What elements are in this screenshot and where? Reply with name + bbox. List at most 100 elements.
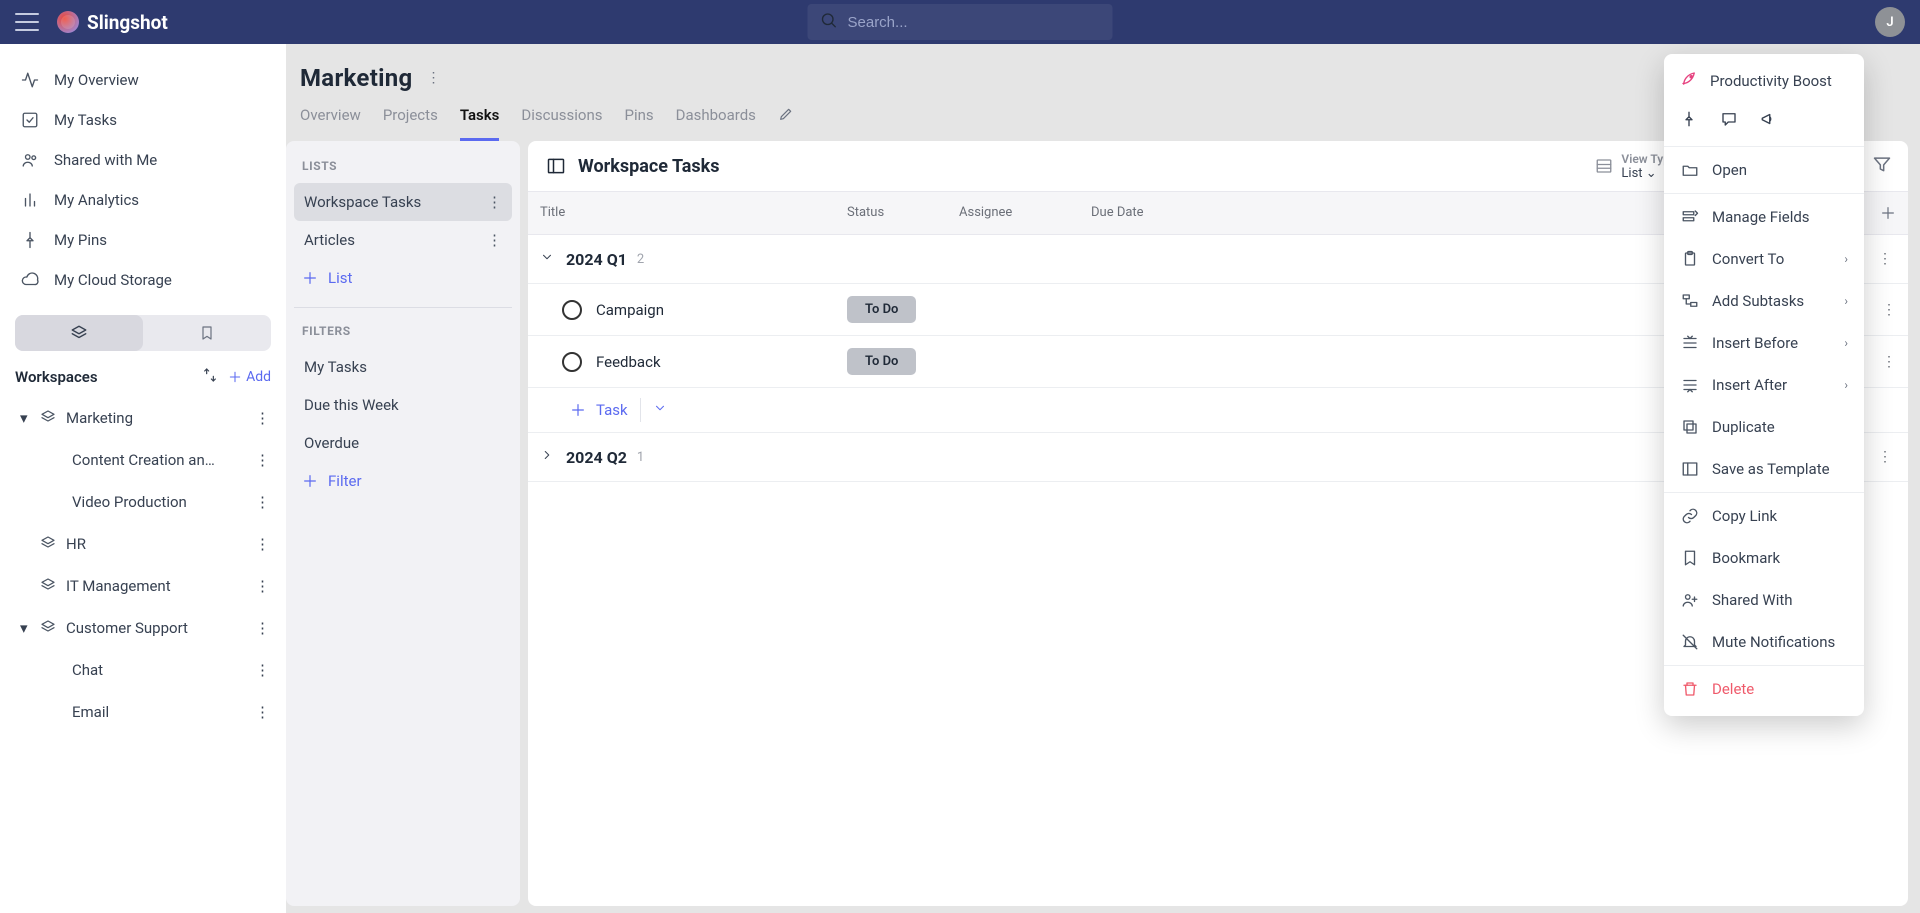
tree-row-actions[interactable]: ⋮: [251, 699, 274, 725]
col-assignee[interactable]: Assignee: [947, 192, 1079, 234]
filter-overdue[interactable]: Overdue: [294, 424, 512, 462]
chevron-down-icon: ▾: [20, 619, 32, 637]
add-task-dropdown[interactable]: [653, 401, 667, 419]
ctx-manage-fields[interactable]: Manage Fields: [1664, 196, 1864, 238]
tree-row-actions[interactable]: ⋮: [251, 531, 274, 557]
filter-toggle[interactable]: [1872, 154, 1892, 178]
tree-row-it-management[interactable]: ▸ IT Management ⋮: [0, 565, 286, 607]
task-checkbox[interactable]: [562, 352, 582, 372]
tree-label: HR: [66, 535, 243, 553]
tree-row-actions[interactable]: ⋮: [251, 405, 274, 431]
global-search[interactable]: [808, 4, 1113, 40]
add-column[interactable]: [1868, 192, 1908, 234]
col-due-date[interactable]: Due Date: [1079, 192, 1229, 234]
user-avatar[interactable]: J: [1875, 7, 1905, 37]
ctx-save-template[interactable]: Save as Template: [1664, 448, 1864, 490]
tree-row-actions[interactable]: ⋮: [251, 657, 274, 683]
ctx-insert-after[interactable]: Insert After ›: [1664, 364, 1864, 406]
ctx-productivity-boost[interactable]: Productivity Boost: [1664, 60, 1864, 102]
filter-label: Due this Week: [304, 396, 399, 414]
layers-icon: [40, 619, 58, 637]
search-input[interactable]: [848, 14, 1101, 31]
tree-row-marketing[interactable]: ▾ Marketing ⋮: [0, 397, 286, 439]
filter-due-this-week[interactable]: Due this Week: [294, 386, 512, 424]
nav-mode-workspaces[interactable]: [15, 315, 143, 351]
ctx-insert-before[interactable]: Insert Before ›: [1664, 322, 1864, 364]
ctx-quick-comment-icon[interactable]: [1720, 110, 1738, 132]
ctx-bookmark[interactable]: Bookmark: [1664, 537, 1864, 579]
tree-row-customer-support[interactable]: ▾ Customer Support ⋮: [0, 607, 286, 649]
ctx-open[interactable]: Open: [1664, 149, 1864, 191]
filters-header: FILTERS: [294, 318, 512, 348]
task-checkbox[interactable]: [562, 300, 582, 320]
chevron-down-icon[interactable]: [540, 250, 562, 268]
add-list[interactable]: List: [294, 259, 512, 297]
plus-icon: [1880, 205, 1896, 221]
task-actions[interactable]: ⋮: [1870, 342, 1908, 382]
section-actions[interactable]: ⋮: [1874, 445, 1896, 469]
add-filter[interactable]: Filter: [294, 462, 512, 500]
tree-row-content-creation[interactable]: Content Creation an… ⋮: [0, 439, 286, 481]
section-actions[interactable]: ⋮: [1874, 247, 1896, 271]
ctx-shared-with[interactable]: Shared With: [1664, 579, 1864, 621]
status-badge[interactable]: To Do: [847, 348, 916, 375]
tree-row-actions[interactable]: ⋮: [251, 489, 274, 515]
ctx-quick-announce-icon[interactable]: [1760, 110, 1778, 132]
assignee-cell[interactable]: [947, 298, 1079, 322]
nav-my-pins[interactable]: My Pins: [0, 220, 286, 260]
menu-toggle[interactable]: [15, 10, 39, 34]
nav-mode-bookmarks[interactable]: [143, 315, 271, 351]
chevron-down-icon: ⌄: [1646, 166, 1657, 181]
tree-row-actions[interactable]: ⋮: [251, 447, 274, 473]
status-badge[interactable]: To Do: [847, 296, 916, 323]
sort-workspaces[interactable]: [202, 367, 218, 387]
col-title[interactable]: Title: [528, 192, 835, 234]
assignee-cell[interactable]: [947, 350, 1079, 374]
tree-row-actions[interactable]: ⋮: [251, 615, 274, 641]
nav-mode-switch: [15, 315, 271, 351]
context-menu: Productivity Boost Open Manage Fields Co…: [1664, 54, 1864, 716]
nav-my-tasks[interactable]: My Tasks: [0, 100, 286, 140]
filter-my-tasks[interactable]: My Tasks: [294, 348, 512, 386]
task-actions[interactable]: ⋮: [1870, 290, 1908, 330]
tree-row-chat[interactable]: Chat ⋮: [0, 649, 286, 691]
ctx-add-subtasks[interactable]: Add Subtasks ›: [1664, 280, 1864, 322]
tree-row-video-production[interactable]: Video Production ⋮: [0, 481, 286, 523]
collapse-sidebar-icon[interactable]: [544, 154, 568, 178]
tree-row-email[interactable]: Email ⋮: [0, 691, 286, 733]
tab-overview[interactable]: Overview: [300, 106, 361, 141]
page-actions[interactable]: ⋮: [427, 70, 441, 86]
due-date-cell[interactable]: [1079, 350, 1229, 374]
trash-icon: [1680, 679, 1700, 699]
ctx-copy-link[interactable]: Copy Link: [1664, 495, 1864, 537]
list-item-actions[interactable]: ⋮: [487, 231, 502, 249]
list-item-articles[interactable]: Articles ⋮: [294, 221, 512, 259]
tree-label: Customer Support: [66, 619, 243, 637]
tree-row-actions[interactable]: ⋮: [251, 573, 274, 599]
tree-row-hr[interactable]: ▸ HR ⋮: [0, 523, 286, 565]
add-task[interactable]: Task: [570, 401, 628, 419]
chevron-right-icon[interactable]: [540, 448, 562, 466]
tab-tasks[interactable]: Tasks: [460, 106, 500, 141]
nav-shared-with-me[interactable]: Shared with Me: [0, 140, 286, 180]
nav-my-analytics[interactable]: My Analytics: [0, 180, 286, 220]
col-status[interactable]: Status: [835, 192, 947, 234]
nav-my-cloud-storage[interactable]: My Cloud Storage: [0, 260, 286, 300]
due-date-cell[interactable]: [1079, 298, 1229, 322]
ctx-quick-pin-icon[interactable]: [1680, 110, 1698, 132]
nav-my-overview[interactable]: My Overview: [0, 60, 286, 100]
list-item-actions[interactable]: ⋮: [487, 193, 502, 211]
ctx-duplicate[interactable]: Duplicate: [1664, 406, 1864, 448]
ctx-mute-notifications[interactable]: Mute Notifications: [1664, 621, 1864, 663]
tab-dashboards[interactable]: Dashboards: [676, 106, 756, 141]
ctx-convert-to[interactable]: Convert To ›: [1664, 238, 1864, 280]
tab-discussions[interactable]: Discussions: [521, 106, 602, 141]
add-workspace[interactable]: Add: [228, 369, 271, 385]
product-logo[interactable]: Slingshot: [57, 11, 168, 34]
tab-projects[interactable]: Projects: [383, 106, 438, 141]
insert-after-icon: [1680, 375, 1700, 395]
edit-tabs[interactable]: [778, 106, 794, 141]
ctx-delete[interactable]: Delete: [1664, 668, 1864, 710]
tab-pins[interactable]: Pins: [624, 106, 653, 141]
list-item-workspace-tasks[interactable]: Workspace Tasks ⋮: [294, 183, 512, 221]
